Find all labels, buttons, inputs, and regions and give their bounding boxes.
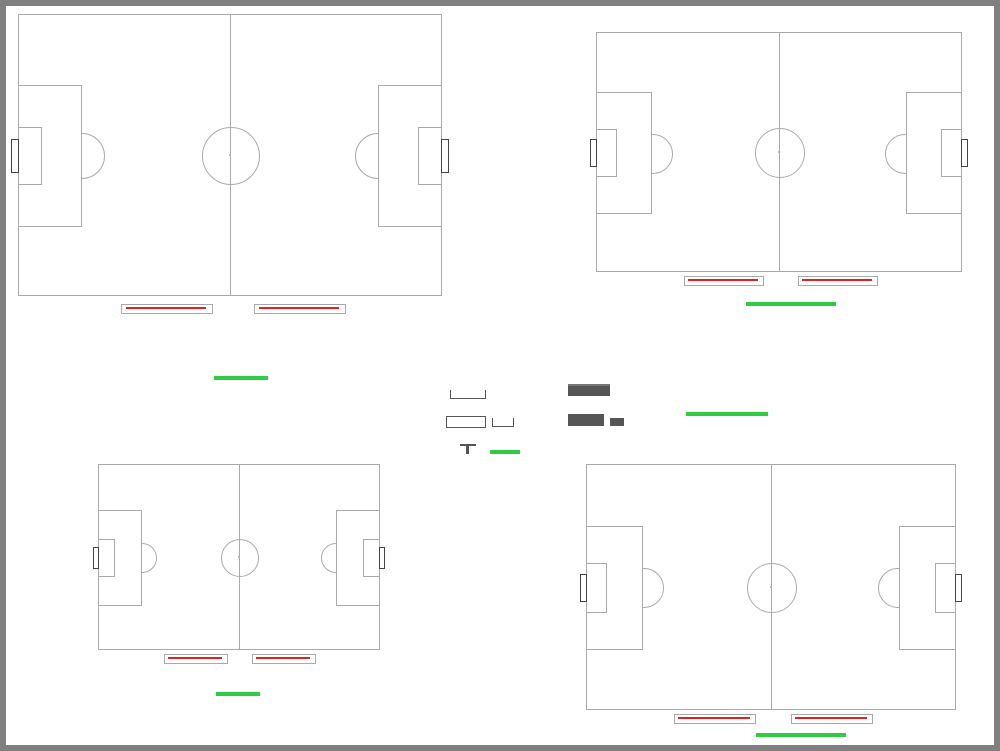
bench-post-icon: [466, 446, 469, 454]
soccer-field-4: [586, 464, 956, 710]
scale-bar-4: [216, 692, 260, 696]
bench-left-2: [684, 276, 764, 286]
bench-right-2: [798, 276, 878, 286]
bench-right-3: [252, 654, 316, 664]
dugout-front-icon: [450, 390, 486, 399]
bench-left-3: [164, 654, 228, 664]
dugout-side-icon: [568, 414, 604, 426]
bench-seats-icon: [688, 279, 758, 281]
bench-left-4: [674, 714, 756, 724]
bench-seats-icon: [126, 307, 206, 309]
soccer-field-2: [596, 32, 962, 272]
bench-seats-icon: [259, 307, 339, 309]
scale-bar-5: [756, 733, 846, 737]
drawing-canvas[interactable]: [6, 14, 994, 737]
dugout-elevation-icon: [568, 386, 610, 396]
bench-seats-icon: [168, 657, 222, 659]
scale-bar-2: [746, 302, 836, 306]
bench-right-4: [791, 714, 873, 724]
dugout-section-icon: [446, 416, 486, 428]
scale-bar-6: [490, 450, 520, 454]
bench-right-1: [254, 304, 346, 314]
scale-bar-1: [214, 376, 268, 380]
soccer-field-3: [98, 464, 380, 650]
bench-seats-icon: [256, 657, 310, 659]
scale-bar-3: [686, 412, 768, 416]
bench-seats-icon: [678, 717, 750, 719]
bench-seats-icon: [802, 279, 872, 281]
bench-seats-icon: [795, 717, 867, 719]
bench-left-1: [121, 304, 213, 314]
soccer-field-1: [18, 14, 442, 296]
